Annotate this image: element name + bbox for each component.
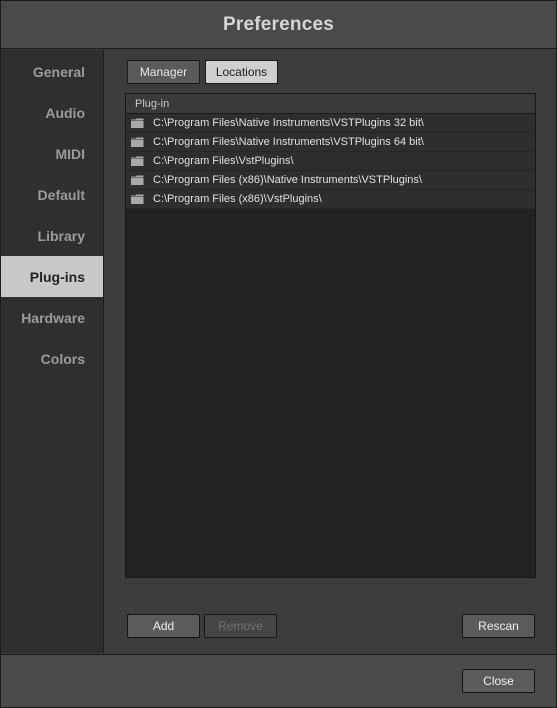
sidebar-item-plug-ins[interactable]: Plug-ins	[1, 256, 103, 297]
sidebar-item-library[interactable]: Library	[1, 215, 103, 256]
folder-icon	[131, 137, 144, 147]
list-item[interactable]: C:\Program Files\Native Instruments\VSTP…	[126, 114, 535, 133]
close-button[interactable]: Close	[462, 669, 535, 693]
preferences-window: Preferences General Audio MIDI Default L…	[0, 0, 557, 708]
sidebar-item-hardware[interactable]: Hardware	[1, 297, 103, 338]
location-path: C:\Program Files (x86)\VstPlugins\	[153, 193, 322, 205]
sidebar-item-audio[interactable]: Audio	[1, 92, 103, 133]
sidebar-item-colors[interactable]: Colors	[1, 338, 103, 379]
list-item[interactable]: C:\Program Files (x86)\VstPlugins\	[126, 190, 535, 209]
folder-icon	[131, 118, 144, 128]
list-header: Plug-in	[126, 94, 535, 114]
location-path: C:\Program Files\Native Instruments\VSTP…	[153, 117, 424, 129]
sidebar-item-default[interactable]: Default	[1, 174, 103, 215]
rescan-button[interactable]: Rescan	[462, 614, 535, 638]
list-item[interactable]: C:\Program Files\Native Instruments\VSTP…	[126, 133, 535, 152]
list-item[interactable]: C:\Program Files (x86)\Native Instrument…	[126, 171, 535, 190]
footer-bar: Close	[1, 654, 556, 707]
sidebar-item-label: Colors	[40, 350, 85, 367]
folder-icon	[131, 156, 144, 166]
tab-locations[interactable]: Locations	[205, 60, 278, 84]
sidebar: General Audio MIDI Default Library Plug-…	[1, 50, 104, 653]
sidebar-item-label: Audio	[45, 104, 85, 121]
sidebar-item-label: Library	[37, 227, 85, 244]
sidebar-item-label: Default	[37, 186, 85, 203]
add-button[interactable]: Add	[127, 614, 200, 638]
main-content: Manager Locations Plug-in C:\Program Fil…	[105, 50, 556, 653]
location-path: C:\Program Files (x86)\Native Instrument…	[153, 174, 422, 186]
sidebar-item-label: Plug-ins	[29, 268, 85, 285]
remove-button[interactable]: Remove	[204, 614, 277, 638]
title-bar: Preferences	[1, 1, 556, 49]
folder-icon	[131, 175, 144, 185]
window-title: Preferences	[223, 13, 334, 35]
sidebar-item-general[interactable]: General	[1, 51, 103, 92]
sidebar-item-midi[interactable]: MIDI	[1, 133, 103, 174]
location-path: C:\Program Files\VstPlugins\	[153, 155, 294, 167]
locations-list: Plug-in C:\Program Files\Native Instrume…	[125, 93, 536, 578]
tab-manager[interactable]: Manager	[127, 60, 200, 84]
sidebar-item-label: General	[32, 63, 85, 80]
sidebar-item-label: MIDI	[55, 145, 85, 162]
list-item[interactable]: C:\Program Files\VstPlugins\	[126, 152, 535, 171]
location-path: C:\Program Files\Native Instruments\VSTP…	[153, 136, 424, 148]
folder-icon	[131, 194, 144, 204]
sidebar-item-label: Hardware	[21, 309, 85, 326]
